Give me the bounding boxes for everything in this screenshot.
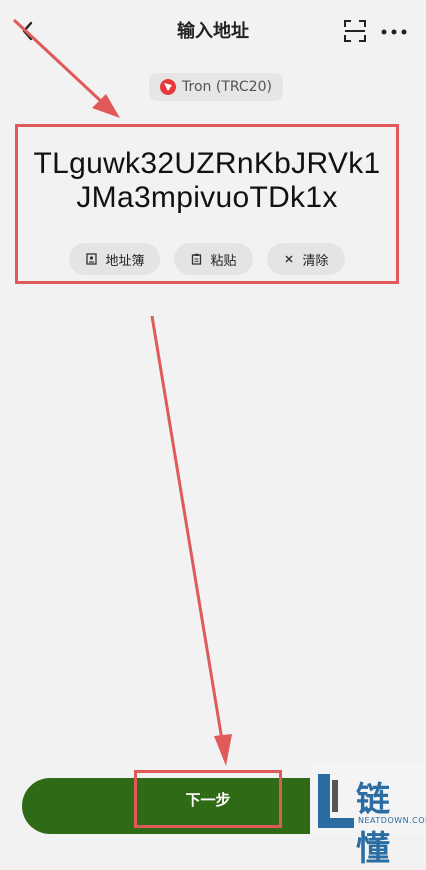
annotation-arrow-bottom [150, 315, 224, 741]
logo-mark-icon [318, 774, 354, 828]
watermark-logo: 链懂 NEATDOWN.COM [310, 764, 426, 869]
address-actions: 地址簿 粘贴 清除 [18, 243, 396, 275]
next-button-label: 下一步 [185, 790, 231, 809]
clipboard-icon [190, 253, 202, 265]
network-badge[interactable]: Tron (TRC20) [149, 73, 283, 101]
more-dots-icon [381, 29, 407, 35]
clear-button[interactable]: 清除 [266, 243, 345, 275]
annotation-arrowhead-top [92, 94, 120, 118]
more-button[interactable] [380, 24, 410, 38]
paste-button[interactable]: 粘贴 [174, 243, 253, 275]
paste-label: 粘贴 [210, 253, 237, 269]
address-input-area: TLguwk32UZRnKbJRVk1JMa3mpivuoTDk1x 地址簿 粘… [15, 124, 399, 284]
top-bar: 输入地址 [0, 0, 426, 62]
address-book-button[interactable]: 地址簿 [69, 243, 161, 275]
scan-icon [344, 20, 366, 42]
scan-button[interactable] [342, 18, 368, 44]
address-book-icon [85, 253, 97, 265]
close-icon [283, 253, 295, 265]
network-label: Tron (TRC20) [182, 79, 272, 95]
clear-label: 清除 [302, 253, 329, 269]
annotation-arrowhead-bottom [214, 734, 232, 766]
address-input[interactable]: TLguwk32UZRnKbJRVk1JMa3mpivuoTDk1x [18, 147, 396, 215]
address-book-label: 地址簿 [105, 253, 145, 269]
next-button-highlight[interactable]: 下一步 [134, 770, 282, 828]
logo-subtext: NEATDOWN.COM [358, 816, 426, 825]
tron-icon [160, 79, 177, 95]
